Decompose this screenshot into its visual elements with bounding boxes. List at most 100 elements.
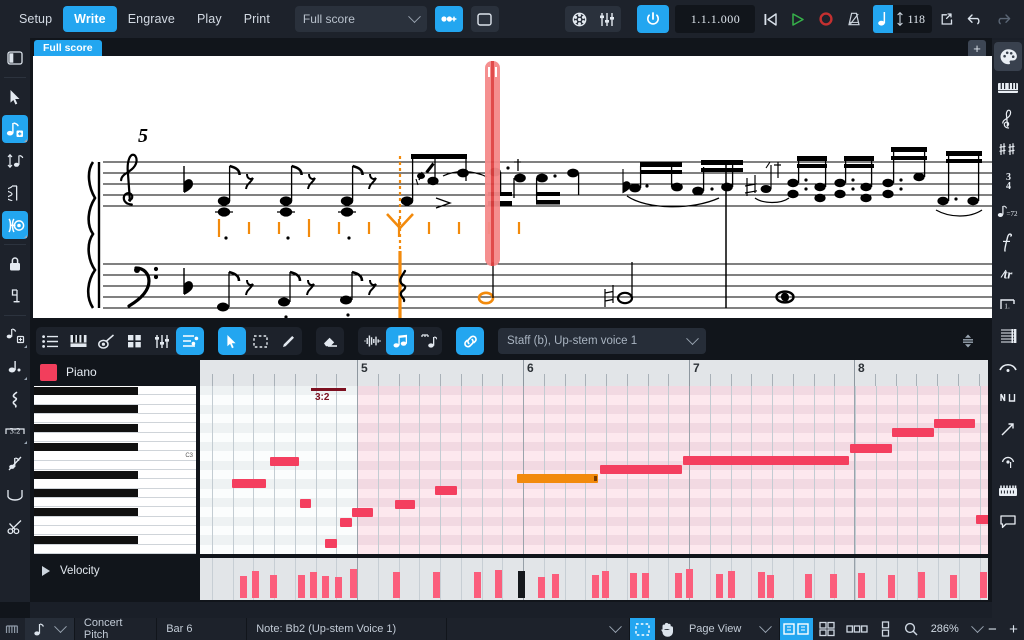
piano-key-black[interactable]: [34, 536, 138, 544]
piano-key-black[interactable]: [34, 443, 138, 451]
velocity-bar[interactable]: [980, 572, 987, 598]
velocity-lane-header[interactable]: Velocity: [34, 558, 200, 584]
mixer-faders-icon[interactable]: [593, 6, 621, 32]
piano-key[interactable]: [34, 451, 196, 460]
panel-lines-icon[interactable]: [994, 414, 1022, 443]
velocity-bar[interactable]: [758, 572, 765, 598]
vertical-zoom-icon[interactable]: [954, 327, 982, 355]
mode-print[interactable]: Print: [233, 6, 281, 32]
drum-editor-icon[interactable]: [120, 327, 148, 355]
layout-select[interactable]: Full score: [295, 6, 427, 32]
piano-key-black[interactable]: [34, 387, 138, 395]
velocity-bar[interactable]: [716, 574, 723, 598]
tool-select-arrow-icon[interactable]: [2, 83, 28, 111]
piano-key-black[interactable]: [34, 405, 138, 413]
piano-key[interactable]: [34, 433, 196, 442]
zoom-level-selector[interactable]: 286%: [924, 623, 982, 635]
rhythmic-grid-icon[interactable]: [0, 618, 25, 640]
track-list-icon[interactable]: [36, 327, 64, 355]
piano-key-black[interactable]: [34, 489, 138, 497]
panel-video-markers-icon[interactable]: [994, 476, 1022, 505]
tool-grace-note-icon[interactable]: [2, 321, 28, 349]
panel-comments-icon[interactable]: [994, 507, 1022, 536]
piano-key-black[interactable]: [34, 471, 138, 479]
velocity-bar[interactable]: [675, 573, 682, 598]
snap-waveform-icon[interactable]: [358, 327, 386, 355]
snap-note-icon[interactable]: [386, 327, 414, 355]
note[interactable]: [300, 499, 311, 508]
marquee-select-icon[interactable]: [630, 618, 655, 640]
panel-slurs-icon[interactable]: [994, 352, 1022, 381]
tool-dotted-note-icon[interactable]: [2, 353, 28, 381]
tool-slash-note-icon[interactable]: [2, 449, 28, 477]
note[interactable]: [395, 500, 415, 509]
velocity-bar[interactable]: [830, 574, 837, 598]
velocity-bar[interactable]: [592, 575, 599, 598]
tool-tuplet-icon[interactable]: 3:2: [2, 417, 28, 445]
velocity-bar[interactable]: [630, 573, 637, 598]
note-value-selector[interactable]: [25, 618, 75, 640]
window-panel-icon[interactable]: [471, 6, 499, 32]
tool-note-input-icon[interactable]: [2, 115, 28, 143]
velocity-bar[interactable]: [805, 574, 812, 598]
tool-marquee-icon[interactable]: [246, 327, 274, 355]
piano-key[interactable]: [34, 461, 196, 470]
tool-tie-icon[interactable]: [2, 481, 28, 509]
note[interactable]: [352, 508, 373, 517]
tool-lock-duration-icon[interactable]: [2, 250, 28, 278]
velocity-lane[interactable]: [200, 558, 988, 600]
tempo-value[interactable]: 118: [893, 5, 932, 33]
zoom-out-button[interactable]: −: [982, 618, 1003, 640]
video-icon[interactable]: [565, 6, 593, 32]
snap-rhythmic-grid-icon[interactable]: [414, 327, 442, 355]
tab-full-score[interactable]: Full score: [34, 40, 102, 56]
velocity-bar[interactable]: [240, 576, 247, 598]
note[interactable]: [270, 457, 299, 466]
tool-cut-icon[interactable]: [2, 513, 28, 541]
automation-editor-icon[interactable]: [148, 327, 176, 355]
tool-lock-pitch-icon[interactable]: [2, 282, 28, 310]
bars-ruler[interactable]: 5678: [200, 360, 988, 386]
velocity-bar[interactable]: [433, 572, 440, 598]
panel-treble-clef-icon[interactable]: [994, 104, 1022, 133]
vertical-view-icon[interactable]: [872, 618, 899, 640]
undo-icon[interactable]: [962, 5, 988, 33]
mode-setup[interactable]: Setup: [8, 6, 63, 32]
hand-pan-icon[interactable]: [655, 618, 680, 640]
velocity-bar[interactable]: [322, 576, 329, 598]
play-icon[interactable]: [785, 5, 811, 33]
velocity-bar[interactable]: [950, 575, 957, 598]
piano-key[interactable]: [34, 479, 196, 488]
note[interactable]: [435, 486, 457, 495]
velocity-bar[interactable]: [767, 575, 774, 598]
page-view-selector[interactable]: Page View: [680, 618, 780, 640]
velocity-bar[interactable]: [474, 572, 481, 598]
velocity-bar[interactable]: [642, 573, 649, 598]
rewind-to-start-icon[interactable]: [757, 5, 783, 33]
velocity-bar[interactable]: [918, 572, 925, 598]
note[interactable]: [976, 515, 988, 524]
piano-key[interactable]: [34, 414, 196, 423]
pitch-mode[interactable]: Concert Pitch: [75, 618, 157, 640]
panel-holds-pauses-icon[interactable]: [994, 445, 1022, 474]
panel-playing-techniques-icon[interactable]: [994, 383, 1022, 412]
velocity-bar[interactable]: [888, 575, 895, 598]
playback-enable-icon[interactable]: [637, 5, 669, 33]
link-to-score-icon[interactable]: [456, 327, 484, 355]
redo-icon[interactable]: [990, 5, 1016, 33]
panel-ornaments-icon[interactable]: tr: [994, 259, 1022, 288]
tool-rest-icon[interactable]: [2, 385, 28, 413]
track-header[interactable]: Piano: [34, 358, 200, 386]
panel-time-signature-icon[interactable]: 34: [994, 166, 1022, 195]
zoom-search-icon[interactable]: [899, 618, 924, 640]
note[interactable]: [325, 539, 337, 548]
velocity-bar[interactable]: [602, 571, 609, 598]
metronome-click-icon[interactable]: [841, 5, 867, 33]
note[interactable]: [683, 456, 849, 465]
score-view[interactable]: 5: [30, 56, 992, 324]
tool-draw-pencil-icon[interactable]: [274, 327, 302, 355]
note[interactable]: [934, 419, 975, 428]
velocity-bar[interactable]: [495, 570, 502, 598]
velocity-bar[interactable]: [538, 577, 545, 598]
tempo-control[interactable]: 118: [873, 5, 932, 33]
